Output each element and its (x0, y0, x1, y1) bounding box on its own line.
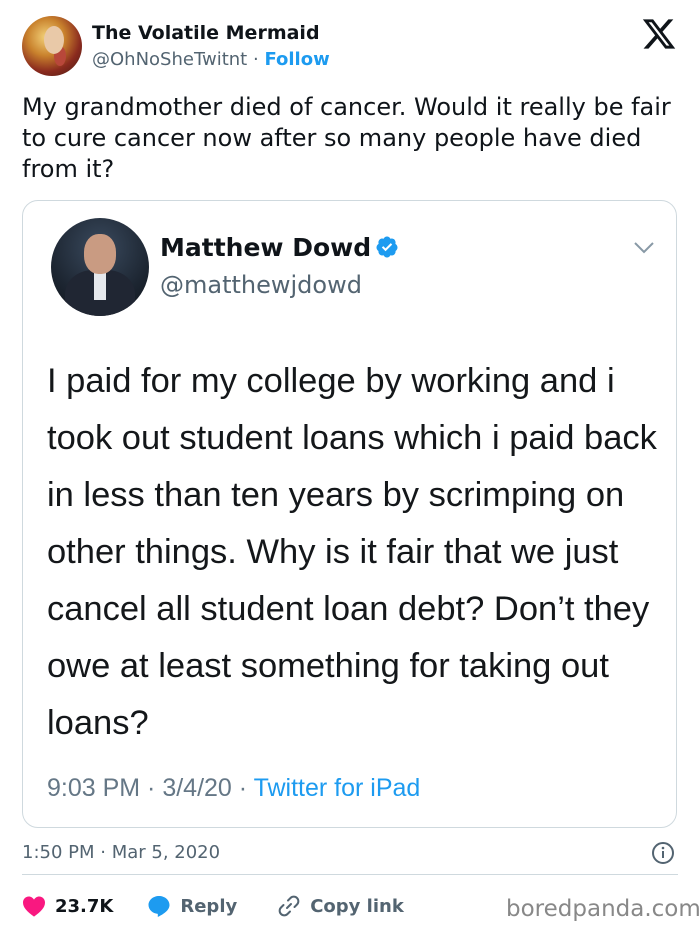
quoted-tweet-meta: 9:03 PM · 3/4/20 · Twitter for iPad (47, 774, 420, 803)
info-icon[interactable] (651, 841, 675, 865)
action-bar: 23.7K Reply Copy link (22, 893, 404, 919)
follow-button[interactable]: Follow (264, 49, 329, 70)
divider (22, 874, 678, 875)
heart-icon (23, 896, 45, 917)
author-name[interactable]: The Volatile Mermaid (92, 22, 320, 44)
quoted-tweet-text: I paid for my college by working and i t… (47, 362, 657, 742)
like-count: 23.7K (55, 895, 114, 917)
verified-badge-icon (376, 236, 398, 258)
reply-label: Reply (180, 895, 238, 917)
author-meta: @OhNoSheTwitnt · Follow (92, 49, 330, 70)
tweet-timestamp[interactable]: 1:50 PM · Mar 5, 2020 (22, 842, 220, 863)
quoted-author-handle[interactable]: @matthewjdowd (160, 271, 362, 299)
tweet-text: My grandmother died of cancer. Would it … (22, 93, 671, 183)
quoted-tweet-source[interactable]: Twitter for iPad (254, 774, 421, 802)
author-avatar[interactable] (22, 16, 82, 76)
link-icon (278, 895, 300, 917)
chevron-down-icon[interactable] (633, 241, 655, 255)
quoted-tweet-card[interactable]: Matthew Dowd @matthewjdowd I paid for my… (22, 200, 677, 828)
watermark: boredpanda.com (506, 896, 700, 922)
quoted-author-name-text: Matthew Dowd (160, 233, 372, 262)
quoted-author-avatar[interactable] (51, 218, 149, 316)
x-logo-icon[interactable] (640, 16, 678, 52)
author-handle[interactable]: @OhNoSheTwitnt (92, 49, 247, 70)
like-button[interactable]: 23.7K (22, 895, 113, 917)
reply-bubble-icon (148, 896, 170, 917)
reply-button[interactable]: Reply (147, 894, 237, 918)
copy-link-button[interactable]: Copy link (277, 894, 404, 918)
meta-separator: · (252, 49, 259, 70)
quoted-author-name[interactable]: Matthew Dowd (160, 233, 399, 262)
quoted-tweet-time: 9:03 PM · 3/4/20 · (47, 774, 254, 802)
copy-link-label: Copy link (310, 895, 404, 917)
